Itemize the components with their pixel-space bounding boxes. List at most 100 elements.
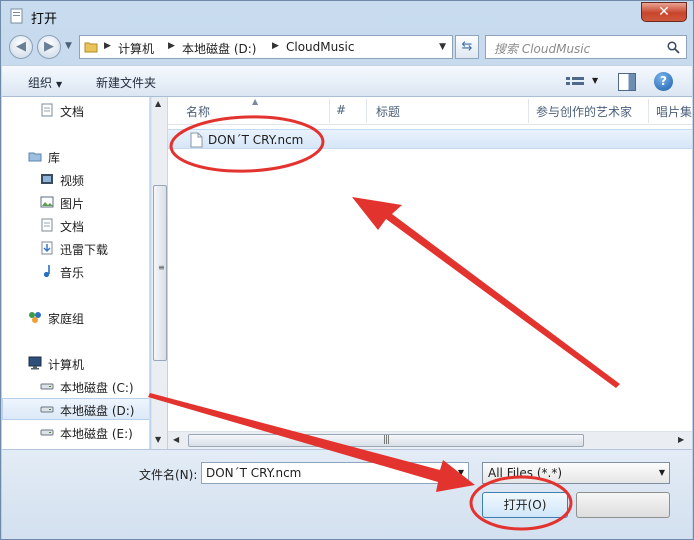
- sort-ascending-icon: ▲: [252, 97, 259, 106]
- sidebar-item-xunlei-downloads[interactable]: 迅雷下载: [2, 237, 149, 259]
- download-icon: [41, 241, 53, 255]
- dialog-footer: 文件名(N): DON´T CRY.ncm ▼ All Files (*.*) …: [2, 449, 692, 539]
- video-icon: [41, 174, 53, 184]
- view-options-icon[interactable]: [562, 73, 592, 91]
- file-type-select[interactable]: All Files (*.*) ▼: [482, 462, 670, 484]
- sidebar-item-computer[interactable]: 计算机: [2, 352, 149, 374]
- help-icon[interactable]: ?: [654, 72, 673, 91]
- sidebar-item-label: 文档: [60, 220, 85, 234]
- organize-button[interactable]: 组织 ▼: [28, 74, 62, 91]
- picture-icon: [40, 196, 54, 208]
- breadcrumb-cloudmusic[interactable]: CloudMusic: [286, 40, 354, 54]
- view-dropdown-icon[interactable]: ▼: [592, 76, 598, 85]
- close-button[interactable]: ✕: [641, 2, 687, 22]
- column-divider[interactable]: [366, 99, 367, 123]
- sidebar-item-documents[interactable]: 文档: [2, 99, 149, 121]
- library-icon: [28, 152, 42, 162]
- document-icon: [41, 218, 53, 232]
- column-divider[interactable]: [648, 99, 649, 123]
- file-name: DON´T CRY.ncm: [208, 133, 304, 147]
- sidebar-item-label: 迅雷下载: [60, 243, 109, 257]
- column-header-title[interactable]: 标题: [376, 103, 400, 120]
- sidebar-item-drive-d[interactable]: 本地磁盘 (D:): [2, 398, 149, 420]
- arrow-left-icon: ◀: [16, 39, 26, 54]
- address-dropdown-icon[interactable]: ▼: [439, 42, 446, 52]
- breadcrumb-drive-d[interactable]: 本地磁盘 (D:): [182, 40, 256, 57]
- column-headers: ▲ 名称 # 标题 参与创作的艺术家 唱片集: [168, 97, 692, 125]
- homegroup-icon: [29, 312, 41, 323]
- search-icon[interactable]: [667, 41, 680, 54]
- organize-label: 组织: [28, 76, 53, 90]
- sidebar-item-music[interactable]: 音乐: [2, 260, 149, 282]
- chevron-down-icon: ▼: [658, 468, 665, 477]
- sidebar-item-homegroup[interactable]: 家庭组: [2, 306, 149, 328]
- forward-button[interactable]: ▶: [37, 35, 61, 59]
- dialog-icon: [10, 8, 23, 24]
- sidebar-item-label: 音乐: [60, 266, 85, 280]
- sidebar-item-label: 库: [48, 151, 61, 165]
- filename-value: DON´T CRY.ncm: [206, 466, 302, 480]
- sidebar-item-label: 图片: [60, 197, 85, 211]
- address-bar[interactable]: ▶ 计算机 ▶ 本地磁盘 (D:) ▶ CloudMusic ▼: [79, 35, 453, 59]
- document-icon: [41, 103, 53, 117]
- music-icon: [43, 265, 50, 278]
- navigation-pane: 文档 库 视频 图片 文档 迅雷下载 音乐 家庭组 计算机 本地磁盘 (C:) …: [2, 97, 150, 449]
- open-button[interactable]: 打开(O): [482, 492, 568, 518]
- column-header-name[interactable]: 名称: [186, 103, 210, 120]
- new-folder-button[interactable]: 新建文件夹: [96, 74, 156, 91]
- computer-icon: [28, 356, 42, 370]
- sidebar-item-label: 计算机: [48, 358, 85, 372]
- column-header-artist[interactable]: 参与创作的艺术家: [536, 103, 632, 120]
- window-title: 打开: [31, 12, 58, 27]
- navigation-scrollbar[interactable]: ▲ ≡ ▼: [151, 97, 167, 449]
- sidebar-item-label: 文档: [60, 105, 85, 119]
- search-placeholder: 搜索 CloudMusic: [494, 42, 591, 56]
- breadcrumb-computer[interactable]: 计算机: [118, 40, 154, 57]
- back-button[interactable]: ◀: [9, 35, 33, 59]
- refresh-button[interactable]: ⇆: [455, 35, 479, 59]
- scroll-up-icon[interactable]: ▲: [155, 99, 161, 108]
- search-box[interactable]: 搜索 CloudMusic: [485, 35, 687, 59]
- drive-icon: [40, 406, 54, 413]
- drive-icon: [40, 429, 54, 436]
- grip-icon: ≡: [158, 263, 165, 272]
- column-header-album[interactable]: 唱片集: [656, 103, 692, 120]
- sidebar-item-documents-lib[interactable]: 文档: [2, 214, 149, 236]
- sidebar-item-label: 本地磁盘 (C:): [60, 381, 134, 395]
- chevron-down-icon: ▼: [56, 80, 63, 89]
- cancel-button[interactable]: [576, 492, 670, 518]
- filename-input[interactable]: DON´T CRY.ncm ▼: [201, 462, 469, 484]
- column-header-number[interactable]: #: [336, 103, 346, 117]
- sidebar-item-libraries[interactable]: 库: [2, 145, 149, 167]
- close-icon: ✕: [658, 4, 670, 20]
- column-divider[interactable]: [528, 99, 529, 123]
- horizontal-scrollbar[interactable]: ◀ ||| ▶: [168, 431, 692, 449]
- scroll-right-icon[interactable]: ▶: [678, 435, 684, 444]
- open-file-dialog: 打开 ✕ ◀ ▶ ▼ ▶ 计算机 ▶ 本地磁盘 (D:) ▶ CloudMusi…: [0, 0, 694, 540]
- breadcrumb-separator-icon[interactable]: ▶: [104, 41, 111, 51]
- file-type-value: All Files (*.*): [488, 466, 563, 480]
- sidebar-item-videos[interactable]: 视频: [2, 168, 149, 190]
- breadcrumb-separator-icon[interactable]: ▶: [272, 41, 279, 51]
- scroll-left-icon[interactable]: ◀: [173, 435, 179, 444]
- sidebar-item-label: 视频: [60, 174, 85, 188]
- sidebar-item-drive-e[interactable]: 本地磁盘 (E:): [2, 421, 149, 443]
- sidebar-item-label: 本地磁盘 (D:): [60, 404, 135, 418]
- scrollbar-thumb[interactable]: |||: [188, 434, 584, 447]
- drive-icon: [40, 383, 54, 390]
- chevron-down-icon[interactable]: ▼: [458, 468, 464, 477]
- file-icon: [190, 132, 203, 148]
- sidebar-item-drive-c[interactable]: 本地磁盘 (C:): [2, 375, 149, 397]
- folder-icon: [84, 42, 98, 53]
- preview-pane-icon[interactable]: [618, 73, 636, 91]
- scrollbar-thumb[interactable]: ≡: [153, 185, 167, 361]
- file-row[interactable]: DON´T CRY.ncm: [168, 129, 692, 149]
- sidebar-item-label: 家庭组: [48, 312, 85, 326]
- sidebar-item-pictures[interactable]: 图片: [2, 191, 149, 213]
- command-toolbar: 组织 ▼ 新建文件夹 ▼ ?: [2, 65, 692, 97]
- scroll-down-icon[interactable]: ▼: [155, 435, 161, 444]
- refresh-icon: ⇆: [461, 39, 473, 54]
- breadcrumb-separator-icon[interactable]: ▶: [168, 41, 175, 51]
- recent-pages-dropdown[interactable]: ▼: [65, 41, 72, 51]
- column-divider[interactable]: [329, 99, 330, 123]
